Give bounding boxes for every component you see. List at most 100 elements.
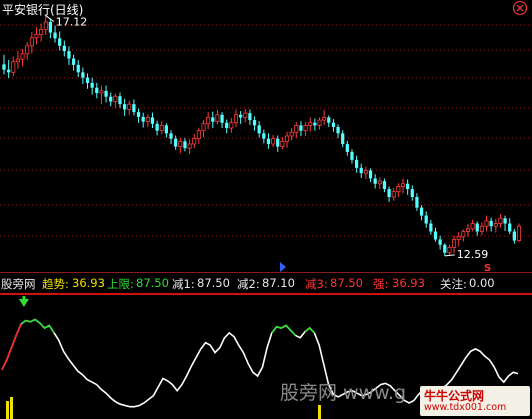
buy-signal-arrow-icon <box>280 262 286 272</box>
candle-body-down <box>53 32 57 39</box>
candle-body-down <box>118 96 122 105</box>
candle-body-down <box>85 77 90 83</box>
candle-body-up <box>43 21 48 30</box>
candle-body-down <box>141 116 145 122</box>
candle-body-down <box>266 138 271 144</box>
candle-body-up <box>25 45 30 55</box>
candle-body-down <box>262 133 266 139</box>
candle-body-up <box>178 140 183 148</box>
candle-body-down <box>62 45 66 52</box>
watermark-logo-url: www.tdx001.com <box>424 402 507 413</box>
upper-value: 87.50 <box>136 276 169 290</box>
upper-label: 上限: <box>107 277 134 291</box>
price-candlestick-chart[interactable]: 17.1212.59S <box>0 0 532 272</box>
candle-body-down <box>220 114 224 123</box>
candle-body-up <box>391 191 396 198</box>
candle-body-up <box>284 135 290 142</box>
candle-body-down <box>406 183 410 190</box>
candle-body-down <box>132 104 136 113</box>
candle-body-up <box>289 131 294 137</box>
candle-body-up <box>29 37 34 47</box>
candle-body-down <box>104 90 108 97</box>
candle-body-up <box>201 123 206 132</box>
candle-body-up <box>20 53 25 60</box>
candle-body-down <box>419 207 424 216</box>
reduce1-label: 减1: <box>172 277 195 291</box>
candle-body-down <box>429 223 433 232</box>
candle-body-up <box>99 90 104 94</box>
candle-body-up <box>15 58 20 63</box>
candle-body-down <box>443 244 447 253</box>
candle-body-down <box>95 87 99 94</box>
trend-strong-segment <box>304 326 315 334</box>
candle-body-down <box>2 64 6 70</box>
candle-body-up <box>363 170 368 174</box>
candle-body-down <box>341 133 345 144</box>
trend-strong-segment <box>20 318 55 334</box>
indicator-value-bar: 股旁网 趋势: 36.93 上限: 87.50 减1: 87.50 减2: 87… <box>0 276 532 292</box>
candle-body-up <box>303 124 308 132</box>
pane-divider <box>0 272 532 273</box>
candle-body-up <box>516 225 522 241</box>
candle-body-down <box>336 126 340 134</box>
candle-body-down <box>345 143 349 152</box>
candle-body-down <box>225 122 229 129</box>
candle-body-up <box>447 247 452 254</box>
candle-body-up <box>229 122 234 129</box>
candle-body-down <box>433 231 438 240</box>
candle-body-up <box>39 28 44 36</box>
candle-body-down <box>382 181 387 190</box>
candle-body-down <box>211 117 215 122</box>
candle-body-down <box>415 197 419 208</box>
candle-body-down <box>350 151 354 160</box>
candle-body-up <box>187 143 192 149</box>
candle-body-down <box>7 69 11 73</box>
candle-body-down <box>76 64 80 73</box>
candle-body-down <box>58 38 62 46</box>
candle-body-down <box>252 120 257 126</box>
focus-label: 关注: <box>440 277 467 291</box>
candle-body-down <box>155 123 159 131</box>
candle-body-down <box>327 117 331 123</box>
focus-value: 0.00 <box>469 276 495 290</box>
candle-body-down <box>150 117 155 124</box>
candle-body-up <box>479 225 484 232</box>
candle-body-up <box>294 124 299 133</box>
candle-body-down <box>313 122 317 126</box>
candle-body-down <box>238 114 243 118</box>
indicator-name: 股旁网 <box>1 277 36 291</box>
candle-body-up <box>113 95 118 102</box>
candle-body-down <box>438 239 442 245</box>
candle-body-up <box>377 180 382 185</box>
strong-value: 36.93 <box>392 276 425 290</box>
candle-body-down <box>508 223 512 232</box>
candle-body-up <box>271 138 276 145</box>
candle-body-down <box>276 138 280 147</box>
trend-strong-segment <box>271 324 297 336</box>
close-icon[interactable] <box>512 0 528 16</box>
strong-label: 强: <box>373 277 389 291</box>
trend-label: 趋势: <box>42 277 69 291</box>
candle-body-up <box>452 239 457 248</box>
candle-body-up <box>11 61 16 73</box>
candle-body-up <box>215 114 220 123</box>
candle-body-up <box>465 228 470 232</box>
focus-bar <box>10 397 13 419</box>
candle-body-down <box>123 104 127 110</box>
candle-body-up <box>127 103 132 110</box>
candle-body-down <box>48 21 53 33</box>
focus-bar <box>6 401 9 419</box>
focus-bar <box>318 405 321 419</box>
candle-body-up <box>243 112 248 118</box>
trend-value: 36.93 <box>72 276 105 290</box>
candle-body-up <box>400 183 406 187</box>
candle-body-up <box>159 124 164 132</box>
candle-body-up <box>233 114 239 124</box>
candle-body-down <box>109 96 113 102</box>
candle-body-up <box>308 122 313 126</box>
candle-body-up <box>34 34 39 39</box>
signal-down-arrow-icon <box>18 299 29 307</box>
candle-body-down <box>174 138 178 147</box>
candle-body-down <box>90 82 94 88</box>
candle-body-down <box>387 189 391 198</box>
